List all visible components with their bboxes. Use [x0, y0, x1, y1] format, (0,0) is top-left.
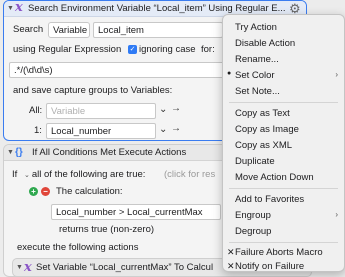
action-context-menu: Try Action Disable Action Rename... ● Se…	[222, 14, 345, 272]
returns-text: returns true (non-zero)	[59, 224, 155, 235]
menu-item-set-note[interactable]: Set Note...	[235, 86, 280, 97]
regex-field[interactable]: .*/(\d\d\s)	[9, 62, 225, 78]
execute-label: execute the following actions	[17, 242, 139, 253]
submenu-arrow-icon: ›	[335, 210, 338, 219]
save-capture-label: and save capture groups to Variables:	[13, 85, 173, 96]
menu-separator	[229, 188, 338, 189]
all-variable-field[interactable]: Variable	[46, 103, 156, 119]
action-title: If All Conditions Met Execute Actions	[32, 147, 187, 158]
insert-token-arrow-icon[interactable]: →	[171, 103, 181, 114]
ignoring-case-label: ignoring case	[139, 44, 196, 55]
variable-name-field[interactable]: Local_item	[93, 22, 223, 38]
calculation-label: The calculation:	[56, 186, 123, 197]
group1-variable-field[interactable]: Local_number	[46, 123, 156, 139]
group1-popup-chevron-icon[interactable]: ⌄	[159, 124, 167, 135]
search-label: Search	[13, 24, 44, 35]
menu-item-copy-as-xml[interactable]: Copy as XML	[235, 140, 292, 151]
calculation-field[interactable]: Local_number > Local_currentMax	[51, 204, 221, 220]
disclosure-triangle-icon[interactable]: ▼	[7, 149, 14, 156]
all-any-popup[interactable]: ⌄ all of the following are true:	[22, 167, 150, 183]
all-variable-placeholder: Variable	[51, 106, 86, 117]
click-for-results-hint[interactable]: (click for res	[164, 169, 215, 180]
menu-item-duplicate[interactable]: Duplicate	[235, 156, 275, 167]
menu-item-failure-aborts-macro[interactable]: Failure Aborts Macro	[235, 247, 323, 258]
menu-item-degroup[interactable]: Degroup	[235, 226, 271, 237]
menu-item-try-action[interactable]: Try Action	[235, 22, 277, 33]
menu-item-copy-as-text[interactable]: Copy as Text	[235, 108, 290, 119]
menu-item-disable-action[interactable]: Disable Action	[235, 38, 295, 49]
action-title: Search Environment Variable “Local_item”…	[28, 3, 286, 14]
menu-item-move-action-down[interactable]: Move Action Down	[235, 172, 314, 183]
if-label: If	[12, 169, 18, 180]
color-dot-icon: ●	[227, 70, 232, 77]
add-condition-icon[interactable]: +	[29, 187, 38, 196]
x-variable-icon: x	[15, 0, 23, 15]
ignoring-case-checkbox[interactable]: ✓	[128, 45, 137, 54]
menu-item-copy-as-image[interactable]: Copy as Image	[235, 124, 299, 135]
group1-insert-arrow-icon[interactable]: →	[171, 123, 181, 134]
all-variable-popup-chevron-icon[interactable]: ⌄	[159, 104, 167, 115]
disclosure-triangle-icon[interactable]: ▼	[16, 264, 23, 271]
menu-separator	[229, 242, 338, 243]
menu-separator	[229, 102, 338, 103]
menu-item-engroup[interactable]: Engroup	[235, 210, 271, 221]
for-label: for:	[201, 44, 215, 55]
menu-item-add-to-favorites[interactable]: Add to Favorites	[235, 194, 304, 205]
menu-item-notify-on-failure[interactable]: Notify on Failure	[235, 261, 304, 272]
menu-item-set-color[interactable]: Set Color	[235, 70, 275, 81]
all-label: All:	[29, 105, 43, 116]
braces-icon: {}	[15, 147, 23, 158]
x-mark-icon: ✕	[227, 261, 235, 271]
remove-condition-icon[interactable]: −	[41, 187, 50, 196]
menu-item-rename[interactable]: Rename...	[235, 54, 279, 65]
disclosure-triangle-icon[interactable]: ▼	[7, 5, 14, 12]
source-type-value: Variable	[53, 25, 88, 36]
using-regex-label: using Regular Expression	[13, 44, 122, 55]
x-mark-icon: ✕	[227, 247, 235, 257]
x-variable-icon: x	[24, 260, 32, 275]
macro-editor: ▼ x Search Environment Variable “Local_i…	[0, 0, 345, 277]
source-type-popup[interactable]: Variable	[48, 22, 90, 38]
group1-label: 1:	[34, 125, 42, 136]
submenu-arrow-icon: ›	[335, 70, 338, 79]
all-any-value: all of the following are true:	[31, 169, 146, 180]
popup-chevron-icon: ⌄	[24, 172, 30, 179]
